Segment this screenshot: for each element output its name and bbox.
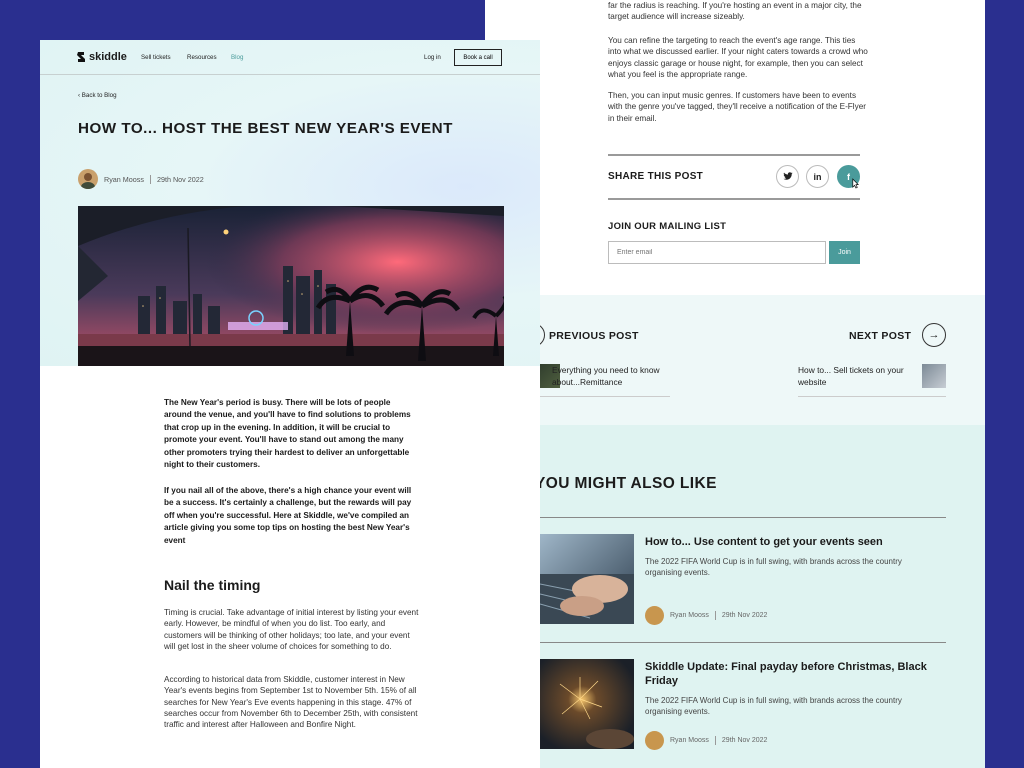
twitter-icon bbox=[782, 172, 793, 180]
card-summary: The 2022 FIFA World Cup is in full swing… bbox=[645, 696, 902, 716]
divider bbox=[608, 154, 860, 156]
paragraph: You can refine the targeting to reach th… bbox=[608, 36, 868, 79]
post-navigation: ← PREVIOUS POST Everything you need to k… bbox=[485, 295, 985, 425]
article-title: How to... host the best New Year's event bbox=[78, 120, 453, 137]
author-avatar bbox=[78, 169, 98, 189]
share-title: SHARE THIS POST bbox=[608, 171, 704, 182]
previous-post-link[interactable]: Everything you need to know about...Remi… bbox=[552, 364, 682, 388]
nav-sell-tickets[interactable]: Sell tickets bbox=[141, 54, 171, 61]
card-author: Ryan Mooss bbox=[670, 737, 709, 744]
logo-text: skiddle bbox=[89, 51, 127, 63]
card-meta: Ryan Mooss 29th Nov 2022 bbox=[645, 606, 767, 625]
book-a-call-button[interactable]: Book a call bbox=[454, 49, 502, 66]
join-button[interactable]: Join bbox=[829, 241, 860, 264]
skiddle-logo[interactable]: skiddle bbox=[77, 51, 127, 63]
divider bbox=[540, 396, 670, 397]
section-paragraph: Timing is crucial. Take advantage of ini… bbox=[164, 608, 419, 651]
nav-blog[interactable]: Blog bbox=[231, 54, 243, 61]
also-like-title: YOU MIGHT ALSO LIKE bbox=[535, 475, 717, 492]
article-continuation: far the radius is reaching. If you're ho… bbox=[485, 0, 985, 295]
facebook-icon: f bbox=[847, 171, 850, 182]
avatar bbox=[645, 606, 664, 625]
article-date: 29th Nov 2022 bbox=[156, 174, 204, 184]
site-header: skiddle Sell tickets Resources Blog Log … bbox=[40, 40, 540, 75]
card-title[interactable]: How to... Use content to get your events… bbox=[645, 535, 935, 549]
front-page: skiddle Sell tickets Resources Blog Log … bbox=[40, 40, 540, 768]
separator bbox=[149, 174, 151, 184]
card-meta: Ryan Mooss 29th Nov 2022 bbox=[645, 731, 767, 750]
author-name: Ryan Mooss bbox=[104, 174, 144, 184]
article-meta: Ryan Mooss 29th Nov 2022 bbox=[78, 169, 204, 189]
section-paragraph: According to historical data from Skiddl… bbox=[164, 675, 418, 730]
linkedin-icon: in bbox=[813, 171, 822, 182]
mailing-list-title: JOIN OUR MAILING LIST bbox=[608, 221, 727, 232]
nav-resources[interactable]: Resources bbox=[187, 54, 217, 61]
card-title[interactable]: Skiddle Update: Final payday before Chri… bbox=[645, 660, 935, 688]
divider bbox=[540, 517, 946, 518]
avatar bbox=[645, 731, 664, 750]
also-like-section: YOU MIGHT ALSO LIKE How to... Use conten… bbox=[485, 425, 985, 768]
divider bbox=[608, 198, 860, 200]
card-thumbnail[interactable] bbox=[540, 659, 634, 749]
skiddle-logo-icon bbox=[77, 52, 85, 62]
paragraph: far the radius is reaching. If you're ho… bbox=[608, 1, 862, 22]
card-summary: The 2022 FIFA World Cup is in full swing… bbox=[645, 557, 902, 577]
intro-paragraph: The New Year's period is busy. There wil… bbox=[164, 398, 411, 470]
twitter-share-button[interactable] bbox=[776, 165, 799, 188]
linkedin-share-button[interactable]: in bbox=[806, 165, 829, 188]
next-post-link[interactable]: How to... Sell tickets on your website bbox=[798, 364, 920, 388]
back-page: far the radius is reaching. If you're ho… bbox=[485, 0, 985, 768]
card-thumbnail[interactable] bbox=[540, 534, 634, 624]
hero-image bbox=[78, 206, 504, 366]
next-post-arrow[interactable]: → bbox=[922, 323, 946, 347]
paragraph: Then, you can input music genres. If cus… bbox=[608, 91, 866, 123]
divider bbox=[540, 642, 946, 643]
separator bbox=[714, 736, 716, 745]
intro-paragraph: If you nail all of the above, there's a … bbox=[164, 486, 412, 545]
back-link-label: Back to Blog bbox=[81, 92, 117, 99]
email-input[interactable] bbox=[608, 241, 826, 264]
arrow-right-icon: → bbox=[928, 329, 940, 341]
separator bbox=[714, 611, 716, 620]
card-date: 29th Nov 2022 bbox=[721, 737, 768, 744]
mouse-cursor-icon bbox=[852, 178, 860, 189]
card-author: Ryan Mooss bbox=[670, 612, 709, 619]
login-link[interactable]: Log in bbox=[424, 54, 441, 61]
previous-post-label[interactable]: PREVIOUS POST bbox=[549, 330, 639, 342]
next-post-label[interactable]: NEXT POST bbox=[849, 330, 911, 342]
next-post-thumbnail bbox=[922, 364, 946, 388]
divider bbox=[798, 396, 946, 397]
card-date: 29th Nov 2022 bbox=[721, 612, 768, 619]
back-to-blog-link[interactable]: ‹ Back to Blog bbox=[78, 92, 117, 99]
section-heading: Nail the timing bbox=[164, 577, 261, 593]
